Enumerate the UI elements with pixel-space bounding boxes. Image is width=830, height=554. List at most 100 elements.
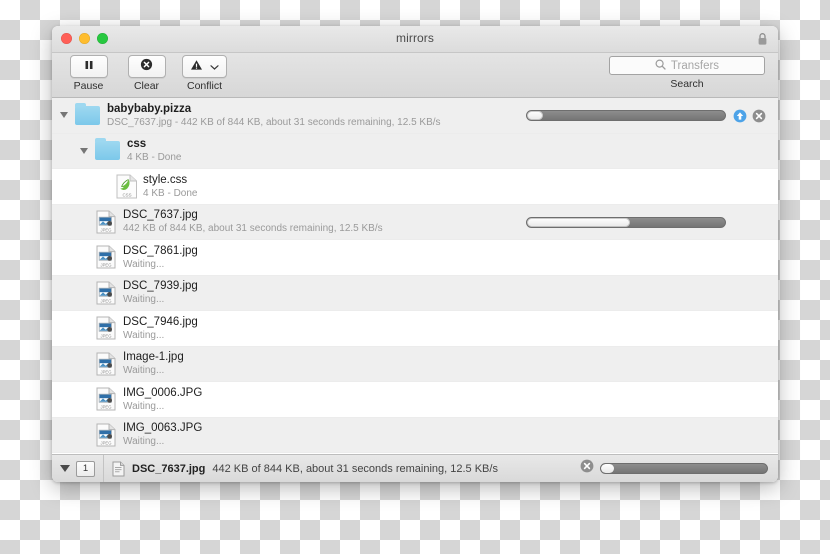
transfer-row-text: DSC_7939.jpg Waiting... [123, 279, 198, 306]
svg-text:JPEG: JPEG [101, 298, 112, 303]
jpeg-file-icon: JPEG [96, 281, 116, 305]
search-area: Transfers Search [608, 56, 766, 90]
svg-text:JPEG: JPEG [101, 263, 112, 268]
lock-icon[interactable] [756, 32, 769, 46]
transfer-name: DSC_7637.jpg [123, 209, 198, 222]
folder-icon [95, 138, 120, 161]
transfer-status: Waiting... [123, 400, 165, 412]
transfer-row[interactable]: JPEG DSC_7861.jpg Waiting... [52, 240, 778, 276]
transfer-progress-bar [526, 216, 726, 228]
overall-progress-bar [600, 463, 768, 474]
transfer-row-main: JPEG IMG_0006.JPG Waiting... [52, 386, 202, 413]
toolbar-buttons: Pause Clear Conflict [66, 55, 227, 92]
transfer-row-main: JPEG DSC_7861.jpg Waiting... [52, 244, 198, 271]
jpeg-file-icon: JPEG [96, 316, 116, 340]
transfer-name: style.css [143, 173, 188, 186]
transfer-status: Waiting... [123, 258, 165, 270]
transfer-row-text: css 4 KB - Done [127, 137, 181, 164]
transfer-row-main: CSS style.css 4 KB - Done [52, 173, 197, 200]
search-label: Search [670, 78, 704, 90]
conflict-button-face [182, 55, 227, 78]
transfer-row-text: Image-1.jpg Waiting... [123, 350, 184, 377]
css-file-icon: CSS [116, 174, 137, 199]
transfer-progress-bar [526, 110, 726, 121]
svg-text:JPEG: JPEG [101, 227, 112, 232]
transfer-name: DSC_7946.jpg [123, 315, 198, 328]
transfer-row[interactable]: css 4 KB - Done [52, 133, 778, 169]
transfer-status: Waiting... [123, 294, 165, 306]
chevron-down-icon [210, 58, 219, 76]
transfer-progress-fill [527, 111, 543, 120]
pause-button[interactable]: Pause [66, 55, 111, 92]
transfer-row-main: css 4 KB - Done [52, 137, 181, 164]
pause-icon [83, 58, 95, 76]
transfer-row-text: babybaby.pizza DSC_7637.jpg - 442 KB of 8… [107, 102, 441, 129]
transfer-row[interactable]: JPEG DSC_7939.jpg Waiting... [52, 275, 778, 311]
transfer-row-text: DSC_7861.jpg Waiting... [123, 244, 198, 271]
conflict-button[interactable]: Conflict [182, 55, 227, 92]
search-input[interactable]: Transfers [671, 60, 719, 72]
window-titlebar: mirrors [52, 26, 778, 53]
svg-text:JPEG: JPEG [101, 334, 112, 339]
transfer-row[interactable]: JPEG Image-1.jpg Waiting... [52, 346, 778, 382]
transfer-row[interactable]: JPEG IMG_0006.JPG Waiting... [52, 382, 778, 418]
transfer-count-badge: 1 [76, 460, 95, 477]
triangle-down-icon[interactable] [60, 465, 70, 472]
transfer-row[interactable]: JPEG IMG_0063.JPG Waiting... [52, 417, 778, 453]
transfer-row-text: DSC_7946.jpg Waiting... [123, 315, 198, 342]
pause-button-label: Pause [73, 80, 104, 92]
transfer-row[interactable]: JPEG DSC_7946.jpg Waiting... [52, 311, 778, 347]
transfer-row-main: JPEG Image-1.jpg Waiting... [52, 350, 184, 377]
transfer-status: Waiting... [123, 329, 165, 341]
transfer-row-text: DSC_7637.jpg 442 KB of 844 KB, about 31 s… [123, 208, 383, 235]
status-bar: 1 DSC_7637.jpg 442 KB of 844 KB, about 3… [52, 454, 778, 482]
transfer-name: IMG_0063.JPG [123, 422, 203, 435]
transfer-name: DSC_7861.jpg [123, 244, 198, 257]
transfer-row-text: IMG_0006.JPG Waiting... [123, 386, 202, 413]
svg-text:JPEG: JPEG [101, 369, 112, 374]
clear-button-face [127, 55, 166, 78]
clear-x-circle-icon [140, 58, 153, 76]
transfer-list[interactable]: babybaby.pizza DSC_7637.jpg - 442 KB of 8… [52, 98, 778, 454]
cancel-x-icon[interactable] [580, 459, 594, 478]
transfer-name: Image-1.jpg [123, 351, 184, 364]
transfer-row-text: style.css 4 KB - Done [143, 173, 197, 200]
transfer-row-main: JPEG IMG_0063.JPG Waiting... [52, 421, 202, 448]
transfer-progress-fill [527, 217, 630, 227]
transfer-row[interactable]: CSS style.css 4 KB - Done [52, 169, 778, 205]
transfer-row[interactable]: JPEG DSC_7637.jpg 442 KB of 844 KB, about… [52, 204, 778, 240]
status-divider [103, 455, 104, 482]
jpeg-file-icon: JPEG [96, 387, 116, 411]
transfer-row-main: JPEG DSC_7939.jpg Waiting... [52, 279, 198, 306]
overall-progress-fill [601, 464, 615, 473]
conflict-button-label: Conflict [186, 80, 222, 92]
warning-triangle-icon [190, 58, 203, 76]
transfer-status: 442 KB of 844 KB, about 31 seconds remai… [123, 223, 383, 235]
search-field[interactable]: Transfers [609, 56, 765, 75]
transfer-status: 4 KB - Done [127, 152, 182, 164]
transfer-row-text: IMG_0063.JPG Waiting... [123, 421, 202, 448]
toolbar: Pause Clear Conflict Transfers Search [52, 53, 778, 98]
transfer-row[interactable]: babybaby.pizza DSC_7637.jpg - 442 KB of 8… [52, 98, 778, 134]
transfer-status: DSC_7637.jpg - 442 KB of 844 KB, about 3… [107, 116, 441, 128]
upload-arrow-icon[interactable] [733, 109, 747, 123]
folder-icon [75, 102, 100, 125]
jpeg-file-icon: JPEG [96, 423, 116, 447]
transfer-name: css [127, 138, 147, 151]
svg-text:JPEG: JPEG [101, 440, 112, 445]
search-icon [655, 57, 666, 75]
transfer-name: IMG_0006.JPG [123, 386, 203, 399]
disclosure-triangle-icon[interactable] [60, 112, 68, 119]
disclosure-triangle-icon[interactable] [80, 147, 88, 154]
transfer-row-main: JPEG DSC_7637.jpg 442 KB of 844 KB, about… [52, 208, 383, 235]
clear-button[interactable]: Clear [124, 55, 169, 92]
cancel-x-icon[interactable] [752, 109, 766, 123]
status-text: 442 KB of 844 KB, about 31 seconds remai… [212, 462, 498, 475]
transfer-status: Waiting... [123, 365, 165, 377]
jpeg-file-icon: JPEG [96, 352, 116, 376]
transfer-name: babybaby.pizza [107, 102, 192, 115]
svg-text:CSS: CSS [122, 193, 131, 198]
transfer-status: 4 KB - Done [143, 187, 198, 199]
clear-button-label: Clear [133, 80, 160, 92]
jpeg-file-icon: JPEG [96, 210, 116, 234]
